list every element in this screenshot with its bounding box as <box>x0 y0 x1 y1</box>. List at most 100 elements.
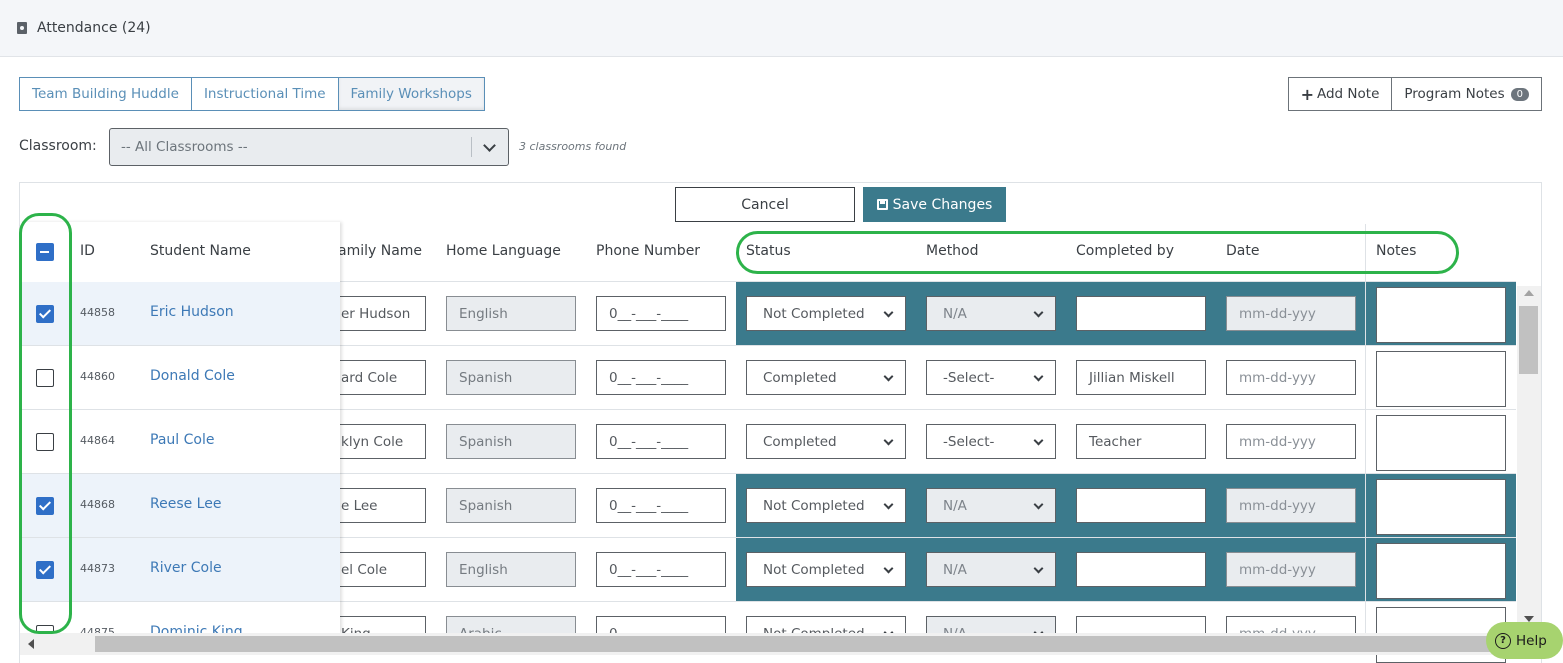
horizontal-scroll-thumb[interactable] <box>95 636 1505 652</box>
method-select: N/A <box>926 488 1056 523</box>
status-value: Completed <box>763 369 837 386</box>
status-select[interactable]: Not Completed <box>746 552 906 587</box>
date-input: mm-dd-yyy <box>1226 552 1356 587</box>
phone-number-input[interactable]: 0__-___-____ <box>596 488 726 523</box>
student-id: 44858 <box>80 306 115 319</box>
row-select-checkbox[interactable] <box>36 497 54 515</box>
method-value: N/A <box>943 305 967 322</box>
notes-textarea[interactable] <box>1376 479 1506 535</box>
phone-number-input[interactable]: 0__-___-____ <box>596 360 726 395</box>
header-completed-by: Completed by <box>1076 243 1174 259</box>
select-all-checkbox[interactable] <box>36 243 54 261</box>
tab-team-building-huddle[interactable]: Team Building Huddle <box>19 77 192 111</box>
select-separator <box>471 137 472 157</box>
vertical-scroll-thumb[interactable] <box>1519 306 1538 374</box>
student-id: 44873 <box>80 562 115 575</box>
horizontal-scrollbar[interactable] <box>20 633 1517 655</box>
status-select[interactable]: Not Completed <box>746 488 906 523</box>
chevron-down-icon <box>483 139 496 152</box>
notes-textarea[interactable] <box>1376 415 1506 471</box>
student-id: 44860 <box>80 370 115 383</box>
attendance-page: Attendance (24) Team Building Huddle Ins… <box>0 0 1563 663</box>
classroom-selected-value: -- All Classrooms -- <box>121 139 248 155</box>
cancel-button[interactable]: Cancel <box>675 187 855 222</box>
chevron-down-icon <box>883 307 894 318</box>
program-notes-button[interactable]: Program Notes 0 <box>1391 77 1542 111</box>
help-button[interactable]: ? Help <box>1486 622 1563 659</box>
chevron-down-icon <box>1033 371 1044 382</box>
vertical-scrollbar[interactable] <box>1517 286 1541 632</box>
tab-instructional-time[interactable]: Instructional Time <box>190 77 339 111</box>
program-notes-count-badge: 0 <box>1510 87 1529 101</box>
notes-textarea[interactable] <box>1376 287 1506 343</box>
clipboard-icon <box>17 22 27 34</box>
phone-number-input[interactable]: 0__-___-____ <box>596 424 726 459</box>
save-icon <box>876 199 888 210</box>
student-name-link[interactable]: Donald Cole <box>150 368 235 384</box>
question-icon: ? <box>1495 632 1511 649</box>
date-input[interactable]: mm-dd-yyy <box>1226 424 1356 459</box>
plus-icon: + <box>1300 84 1314 104</box>
chevron-down-icon <box>883 499 894 510</box>
date-input: mm-dd-yyy <box>1226 296 1356 331</box>
header-method: Method <box>926 243 979 259</box>
chevron-down-icon <box>1033 563 1044 574</box>
help-label: Help <box>1516 632 1547 649</box>
save-changes-button[interactable]: Save Changes <box>863 187 1006 222</box>
completed-by-input[interactable]: Jillian Miskell <box>1076 360 1206 395</box>
status-select[interactable]: Completed <box>746 424 906 459</box>
status-value: Completed <box>763 433 837 450</box>
notes-actions: + Add Note Program Notes 0 <box>1287 77 1542 111</box>
chevron-down-icon <box>883 371 894 382</box>
activity-tabs: Team Building Huddle Instructional Time … <box>19 77 485 111</box>
completed-by-input[interactable] <box>1076 552 1206 587</box>
status-value: Not Completed <box>763 497 865 514</box>
status-value: Not Completed <box>763 305 865 322</box>
date-input[interactable]: mm-dd-yyy <box>1226 360 1356 395</box>
completed-by-input[interactable] <box>1076 488 1206 523</box>
method-value: N/A <box>943 561 967 578</box>
student-name-link[interactable]: River Cole <box>150 560 222 576</box>
home-language-field: Spanish <box>446 360 576 395</box>
scroll-up-arrow-icon[interactable] <box>1524 290 1534 296</box>
tab-family-workshops[interactable]: Family Workshops <box>337 77 485 111</box>
method-select: N/A <box>926 296 1056 331</box>
home-language-field: Spanish <box>446 488 576 523</box>
header-notes: Notes <box>1376 243 1417 259</box>
classrooms-found-text: 3 classrooms found <box>519 140 627 153</box>
status-select[interactable]: Completed <box>746 360 906 395</box>
header-id: ID <box>80 243 95 259</box>
method-select[interactable]: -Select- <box>926 424 1056 459</box>
chevron-down-icon <box>1033 499 1044 510</box>
notes-textarea[interactable] <box>1376 351 1506 407</box>
method-value: -Select- <box>943 369 995 386</box>
date-input: mm-dd-yyy <box>1226 488 1356 523</box>
classroom-select[interactable]: -- All Classrooms -- <box>109 128 509 166</box>
row-select-checkbox[interactable] <box>36 305 54 323</box>
status-select[interactable]: Not Completed <box>746 296 906 331</box>
chevron-down-icon <box>883 435 894 446</box>
section-header: Attendance (24) <box>0 0 1563 57</box>
add-note-button[interactable]: + Add Note <box>1287 77 1393 111</box>
student-name-link[interactable]: Eric Hudson <box>150 304 234 320</box>
home-language-field: English <box>446 296 576 331</box>
row-select-checkbox[interactable] <box>36 561 54 579</box>
status-value: Not Completed <box>763 561 865 578</box>
phone-number-input[interactable]: 0__-___-____ <box>596 552 726 587</box>
completed-by-input[interactable]: Teacher <box>1076 424 1206 459</box>
scroll-left-arrow-icon[interactable] <box>28 639 34 649</box>
row-select-checkbox[interactable] <box>36 433 54 451</box>
method-value: -Select- <box>943 433 995 450</box>
student-id: 44868 <box>80 498 115 511</box>
program-notes-label: Program Notes <box>1404 86 1505 102</box>
notes-textarea[interactable] <box>1376 543 1506 599</box>
row-select-checkbox[interactable] <box>36 369 54 387</box>
student-name-link[interactable]: Reese Lee <box>150 496 221 512</box>
chevron-down-icon <box>1033 307 1044 318</box>
method-select[interactable]: -Select- <box>926 360 1056 395</box>
phone-number-input[interactable]: 0__-___-____ <box>596 296 726 331</box>
method-select: N/A <box>926 552 1056 587</box>
student-name-link[interactable]: Paul Cole <box>150 432 214 448</box>
header-student-name: Student Name <box>150 243 251 259</box>
completed-by-input[interactable] <box>1076 296 1206 331</box>
